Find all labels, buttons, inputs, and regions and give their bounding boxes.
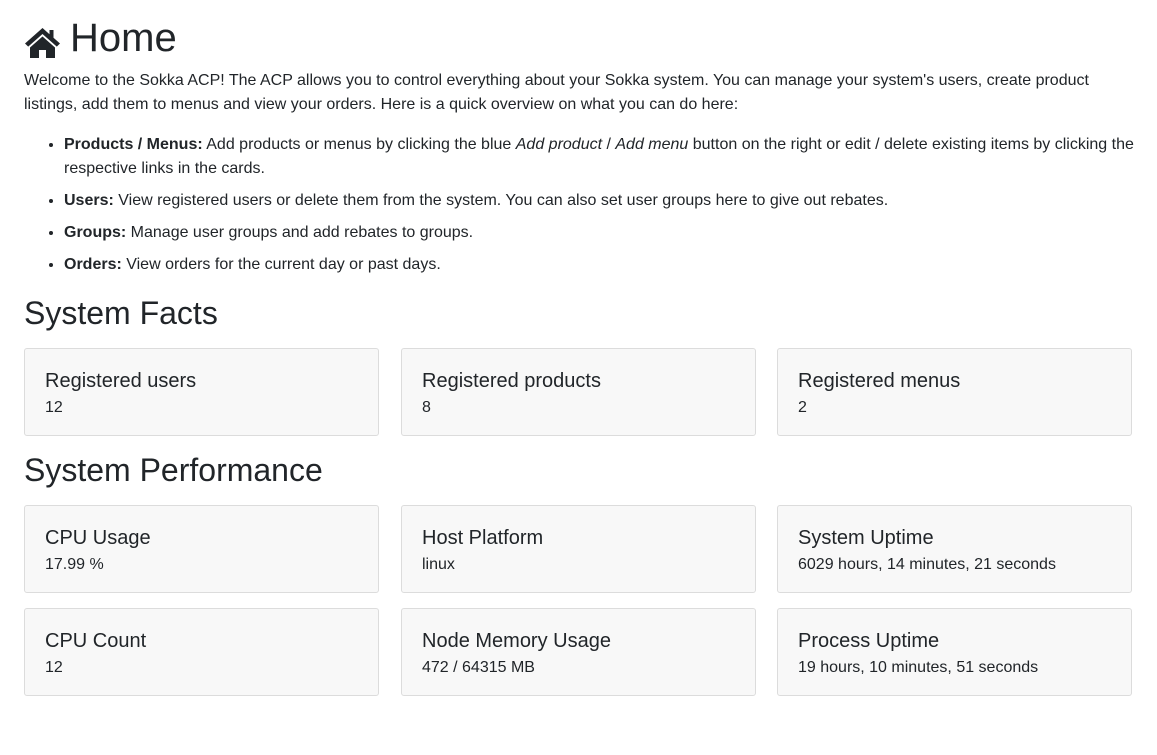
feature-label: Groups: xyxy=(64,224,127,241)
feature-text: View orders for the current day or past … xyxy=(121,256,441,273)
feature-label: Products / Menus: xyxy=(64,136,203,153)
feature-label: Orders: xyxy=(64,256,122,273)
list-item: Users: View registered users or delete t… xyxy=(64,189,1157,213)
card-value: 12 xyxy=(45,659,63,676)
feature-emphasis: Add product xyxy=(515,136,603,153)
feature-emphasis: Add menu xyxy=(615,136,689,153)
card-title: Registered menus xyxy=(798,370,961,392)
card-registered-users: Registered users 12 xyxy=(24,348,379,436)
card-system-uptime: System Uptime 6029 hours, 14 minutes, 21… xyxy=(777,505,1132,593)
card-value: linux xyxy=(422,556,455,573)
card-cpu-count: CPU Count 12 xyxy=(24,608,379,696)
card-title: System Uptime xyxy=(798,527,934,549)
card-title: CPU Usage xyxy=(45,527,151,549)
page-title: Home xyxy=(24,14,177,62)
card-process-uptime: Process Uptime 19 hours, 10 minutes, 51 … xyxy=(777,608,1132,696)
card-title: Registered products xyxy=(422,370,601,392)
feature-text: View registered users or delete them fro… xyxy=(113,192,889,209)
card-host-platform: Host Platform linux xyxy=(401,505,756,593)
card-registered-products: Registered products 8 xyxy=(401,348,756,436)
card-title: Registered users xyxy=(45,370,197,392)
card-value: 472 / 64315 MB xyxy=(422,659,535,676)
feature-label: Users: xyxy=(64,192,114,209)
card-node-memory-usage: Node Memory Usage 472 / 64315 MB xyxy=(401,608,756,696)
card-title: Host Platform xyxy=(422,527,544,549)
card-value: 8 xyxy=(422,399,431,416)
list-item: Groups: Manage user groups and add rebat… xyxy=(64,221,1157,245)
card-title: Node Memory Usage xyxy=(422,630,611,652)
system-performance-heading: System Performance xyxy=(24,452,323,488)
list-item: Products / Menus: Add products or menus … xyxy=(64,133,1157,181)
system-facts-heading: System Facts xyxy=(24,295,218,331)
list-item: Orders: View orders for the current day … xyxy=(64,253,1157,277)
feature-text: / xyxy=(602,136,616,153)
home-icon xyxy=(24,22,61,58)
card-title: Process Uptime xyxy=(798,630,940,652)
card-value: 17.99 % xyxy=(45,556,104,573)
feature-text: Add products or menus by clicking the bl… xyxy=(202,136,516,153)
card-value: 6029 hours, 14 minutes, 21 seconds xyxy=(798,556,1056,573)
feature-list: Products / Menus: Add products or menus … xyxy=(24,133,1157,285)
page-title-text: Home xyxy=(70,16,177,60)
card-value: 19 hours, 10 minutes, 51 seconds xyxy=(798,659,1039,676)
card-title: CPU Count xyxy=(45,630,147,652)
card-registered-menus: Registered menus 2 xyxy=(777,348,1132,436)
feature-text: Manage user groups and add rebates to gr… xyxy=(126,224,474,241)
card-value: 2 xyxy=(798,399,807,416)
card-cpu-usage: CPU Usage 17.99 % xyxy=(24,505,379,593)
intro-text: Welcome to the Sokka ACP! The ACP allows… xyxy=(24,72,1089,113)
card-value: 12 xyxy=(45,399,63,416)
